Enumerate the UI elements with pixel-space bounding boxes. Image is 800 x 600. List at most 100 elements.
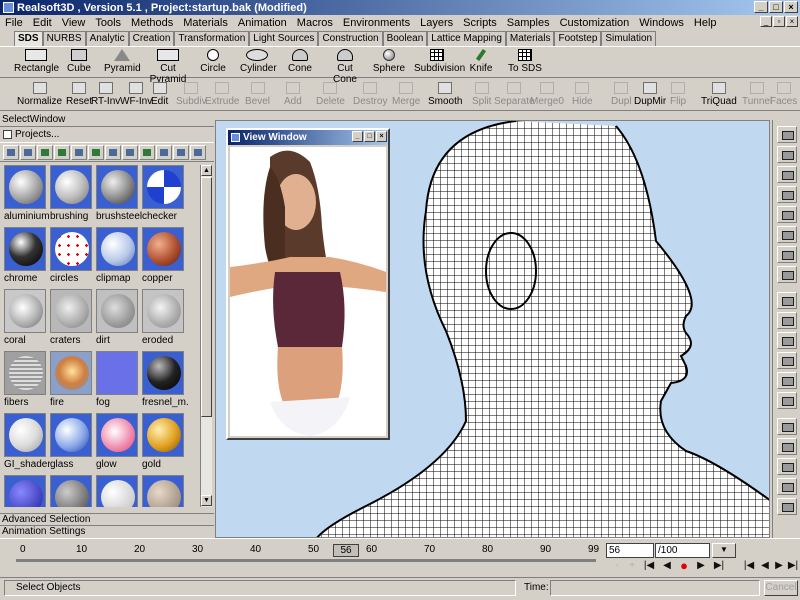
material-row6-1[interactable] bbox=[4, 475, 50, 507]
menu-windows[interactable]: Windows bbox=[634, 17, 689, 29]
step-forward-icon[interactable]: ▶ bbox=[772, 559, 786, 573]
view-window-maximize-button[interactable]: □ bbox=[364, 131, 375, 142]
key-minus-icon[interactable]: - bbox=[610, 559, 624, 573]
tab-creation[interactable]: Creation bbox=[128, 31, 175, 46]
scroll-up-icon[interactable]: ▲ bbox=[201, 165, 212, 176]
play-icon[interactable]: ▶ bbox=[694, 559, 708, 573]
material-brushing[interactable]: brushing bbox=[50, 165, 96, 222]
material-checker[interactable]: checker bbox=[142, 165, 188, 222]
extrude-tool[interactable]: Extrude bbox=[205, 82, 239, 107]
material-clipmap[interactable]: clipmap bbox=[96, 227, 142, 284]
material-fire[interactable]: fire bbox=[50, 351, 96, 408]
material-fresnel[interactable]: fresnel_m... bbox=[142, 351, 188, 408]
pick-icon[interactable] bbox=[777, 246, 797, 263]
material-glass[interactable]: glass bbox=[50, 413, 96, 470]
axis-icon[interactable] bbox=[777, 206, 797, 223]
material-row6-3[interactable] bbox=[96, 475, 142, 507]
view-window[interactable]: View Window _ □ × bbox=[226, 128, 390, 440]
subdivision-tool[interactable]: Subdivision bbox=[414, 49, 465, 74]
play-back-icon[interactable]: ◀ bbox=[660, 559, 674, 573]
normal-icon[interactable] bbox=[777, 352, 797, 369]
tab-nurbs[interactable]: NURBS bbox=[42, 31, 86, 46]
pyramid-tool[interactable]: Pyramid bbox=[104, 49, 141, 74]
tab-materials[interactable]: Materials bbox=[505, 31, 555, 46]
rt-inv-tool[interactable]: RT-Inv bbox=[91, 82, 120, 107]
material-aluminium[interactable]: aluminium bbox=[4, 165, 50, 222]
menu-view[interactable]: View bbox=[57, 17, 91, 29]
image-filter-icon[interactable] bbox=[54, 144, 70, 160]
projects-row[interactable]: Projects... bbox=[0, 127, 214, 142]
snap-icon[interactable] bbox=[777, 226, 797, 243]
scale-icon[interactable] bbox=[777, 186, 797, 203]
tab-simulation[interactable]: Simulation bbox=[601, 31, 657, 46]
frame-dropdown-icon[interactable]: ▼ bbox=[712, 543, 736, 558]
material-eroded[interactable]: eroded bbox=[142, 289, 188, 346]
key-plus-icon[interactable]: + bbox=[625, 559, 639, 573]
tab-sds[interactable]: SDS bbox=[14, 31, 43, 46]
projects-checkbox[interactable] bbox=[3, 130, 12, 139]
camera-icon[interactable] bbox=[777, 292, 797, 309]
subdiv-tool[interactable]: Subdiv bbox=[176, 82, 207, 107]
wire-icon[interactable] bbox=[777, 458, 797, 475]
material-chrome[interactable]: chrome bbox=[4, 227, 50, 284]
geometry-filter-icon[interactable] bbox=[37, 144, 53, 160]
frame-input[interactable]: 56 bbox=[606, 543, 654, 558]
merge0-tool[interactable]: Merge0 bbox=[530, 82, 564, 107]
edit-tool[interactable]: Edit bbox=[151, 82, 168, 107]
script-filter-icon[interactable] bbox=[190, 144, 206, 160]
go-start-icon[interactable]: |◀ bbox=[642, 559, 656, 573]
cone-tool[interactable]: Cone bbox=[287, 49, 313, 74]
cancel-button[interactable]: Cancel bbox=[764, 580, 798, 596]
faces-tool[interactable]: Faces bbox=[770, 82, 797, 107]
to-sds-tool[interactable]: To SDS bbox=[508, 49, 542, 74]
reset-tool[interactable]: Reset bbox=[66, 82, 92, 107]
rectangle-tool[interactable]: Rectangle bbox=[14, 49, 59, 74]
material-brushsteel[interactable]: brushsteel bbox=[96, 165, 142, 222]
grid-icon[interactable] bbox=[777, 438, 797, 455]
material-circles[interactable]: circles bbox=[50, 227, 96, 284]
separate-tool[interactable]: Separate bbox=[494, 82, 535, 107]
texture-filter-icon[interactable] bbox=[71, 144, 87, 160]
render-icon[interactable] bbox=[777, 498, 797, 515]
step-back-icon[interactable]: ◀ bbox=[758, 559, 772, 573]
tab-construction[interactable]: Construction bbox=[318, 31, 383, 46]
camera-filter-icon[interactable] bbox=[173, 144, 189, 160]
scroll-thumb[interactable] bbox=[201, 177, 212, 417]
record-icon[interactable]: ● bbox=[677, 559, 691, 573]
tab-analytic[interactable]: Analytic bbox=[85, 31, 129, 46]
material-fibers[interactable]: fibers bbox=[4, 351, 50, 408]
mdi-close-button[interactable]: × bbox=[786, 16, 798, 27]
menu-help[interactable]: Help bbox=[689, 17, 722, 29]
cylinder-tool[interactable]: Cylinder bbox=[240, 49, 277, 74]
pointer-icon[interactable] bbox=[777, 126, 797, 143]
particle-filter-icon[interactable] bbox=[139, 144, 155, 160]
frame-total-field[interactable]: /100 bbox=[655, 543, 710, 558]
flip-tool[interactable]: Flip bbox=[670, 82, 686, 107]
triquad-tool[interactable]: TriQuad bbox=[701, 82, 737, 107]
tab-transformation[interactable]: Transformation bbox=[174, 31, 250, 46]
advanced-selection-panel[interactable]: Advanced Selection bbox=[0, 513, 214, 525]
zoom-icon[interactable] bbox=[777, 372, 797, 389]
mdi-minimize-button[interactable]: _ bbox=[760, 16, 772, 27]
timeline-cursor[interactable]: 56 bbox=[333, 544, 359, 557]
view-window-close-button[interactable]: × bbox=[376, 131, 387, 142]
knife-tool[interactable]: Knife bbox=[468, 48, 494, 74]
menu-layers[interactable]: Layers bbox=[415, 17, 458, 29]
cube-tool[interactable]: Cube bbox=[62, 49, 96, 74]
objects-filter-icon[interactable] bbox=[3, 144, 19, 160]
rotate-icon[interactable] bbox=[777, 166, 797, 183]
delete-tool[interactable]: Delete bbox=[316, 82, 345, 107]
materials-filter-icon[interactable] bbox=[20, 144, 36, 160]
view-window-titlebar[interactable]: View Window _ □ × bbox=[228, 130, 388, 145]
smooth-tool[interactable]: Smooth bbox=[428, 82, 462, 107]
material-fog[interactable]: fog bbox=[96, 351, 142, 408]
menu-environments[interactable]: Environments bbox=[338, 17, 415, 29]
material-row6-2[interactable] bbox=[50, 475, 96, 507]
menu-customization[interactable]: Customization bbox=[555, 17, 635, 29]
normalize-tool[interactable]: Normalize bbox=[17, 82, 62, 107]
tab-light-sources[interactable]: Light Sources bbox=[249, 31, 319, 46]
next-key-icon[interactable]: ▶| bbox=[786, 559, 800, 573]
menu-samples[interactable]: Samples bbox=[502, 17, 555, 29]
material-gi-shader[interactable]: GI_shader bbox=[4, 413, 50, 470]
hide-tool[interactable]: Hide bbox=[572, 82, 593, 107]
